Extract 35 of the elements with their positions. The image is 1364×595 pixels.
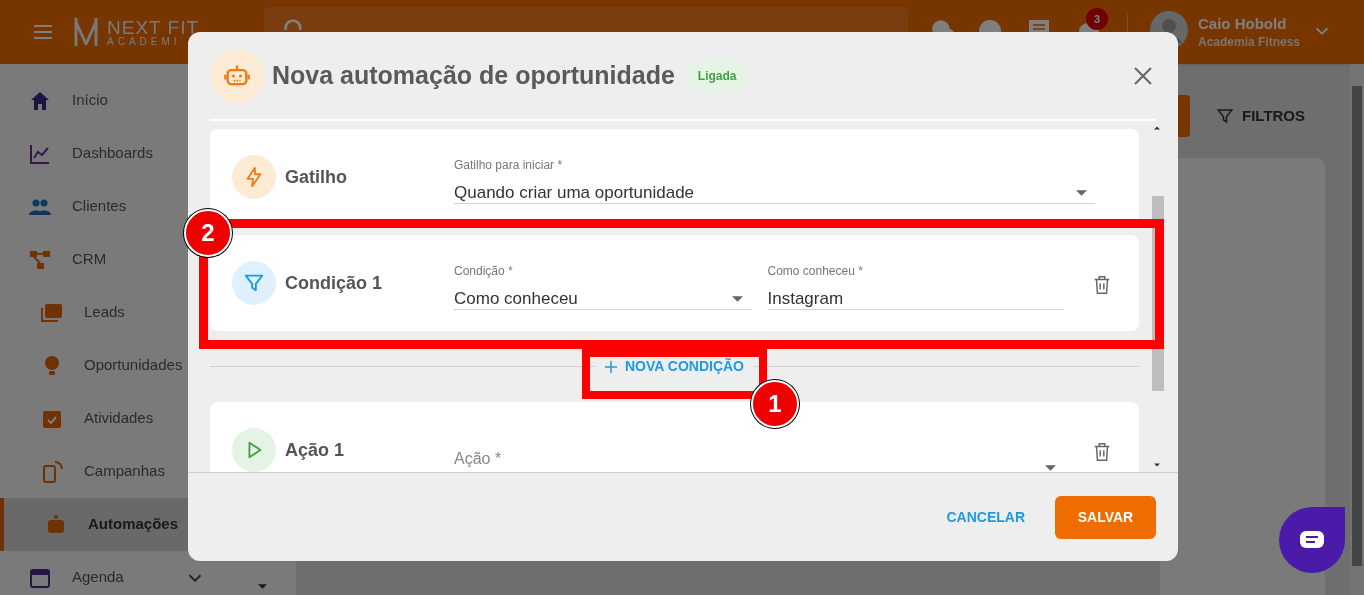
section-title: Ação 1 — [285, 438, 346, 462]
lightning-icon — [232, 155, 276, 199]
sidebar-item[interactable]: Agenda — [0, 551, 296, 595]
section-title: Gatilho — [285, 165, 348, 189]
dropdown-caret-icon — [1045, 465, 1056, 471]
section-title: Condição 1 — [285, 271, 383, 295]
select-field[interactable]: Gatilho para iniciar * Quando criar uma oportunidade — [454, 156, 1095, 204]
phone-signal-icon — [40, 459, 64, 484]
user-name: Caio Hobold — [1198, 14, 1287, 34]
scroll-down-icon[interactable] — [1154, 463, 1160, 467]
play-icon — [232, 428, 276, 472]
scroll-up-icon[interactable] — [1154, 126, 1160, 130]
filter-icon — [232, 261, 276, 305]
robot-icon — [210, 48, 264, 103]
user-organization: Academia Fitness — [1198, 34, 1301, 51]
close-icon[interactable] — [1133, 65, 1153, 86]
select-field[interactable]: Ação * — [454, 429, 1064, 472]
cancel-button[interactable]: CANCELAR — [934, 495, 1037, 539]
filter-icon — [1216, 107, 1234, 125]
status-badge: Ligada — [686, 59, 748, 92]
logo-icon — [73, 16, 99, 48]
save-button[interactable]: SALVAR — [1055, 495, 1156, 539]
filter-button[interactable]: FILTROS — [1216, 102, 1306, 130]
modal-title: Nova automação de oportunidade — [272, 59, 675, 91]
dropdown-caret-icon — [1076, 189, 1087, 196]
sidebar-item[interactable]: Oportunidades — [0, 339, 296, 392]
dropdown-caret-icon — [731, 295, 743, 302]
add-condition-button[interactable]: NOVA CONDIÇÃO — [595, 350, 754, 383]
select-field[interactable]: Condição * Como conheceu — [454, 262, 751, 310]
input-field[interactable]: Como conheceu * Instagram — [767, 262, 1064, 310]
logo-title: NEXT FIT — [107, 17, 201, 37]
plus-icon — [605, 360, 617, 373]
notification-badge: 3 — [1086, 8, 1108, 30]
chat-icon — [1300, 531, 1324, 549]
logo-subtitle: ACADEMI — [107, 36, 182, 47]
